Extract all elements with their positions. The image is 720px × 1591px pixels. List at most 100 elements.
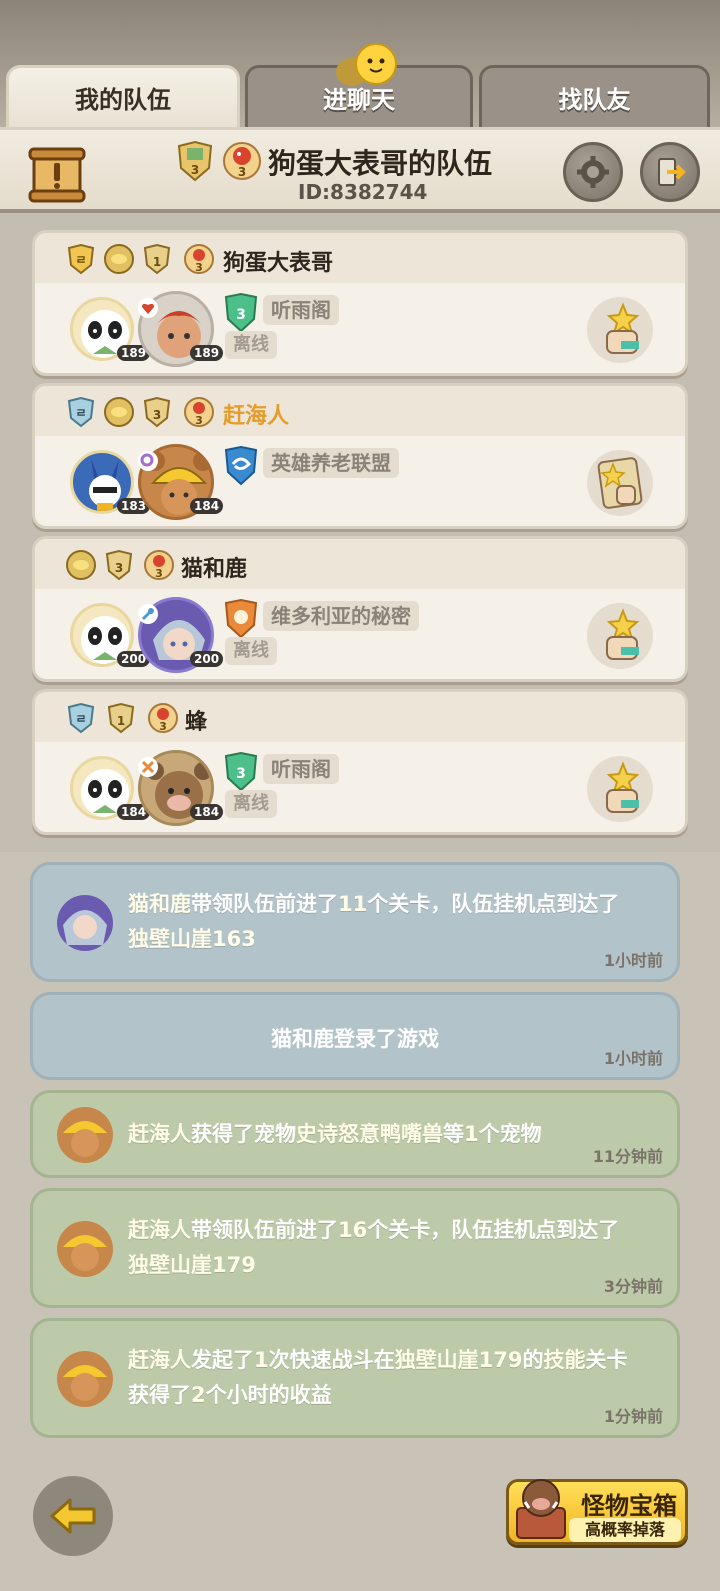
boar-chest-icon — [516, 1479, 566, 1539]
log-entry: 赶海人发起了1次快速战斗在独壁山崖179的技能关卡 获得了2个小时的收益 1分钟前 — [30, 1318, 680, 1438]
member-name: 狗蛋大表哥 — [223, 251, 334, 276]
monster-badge-icon: 3 — [184, 244, 214, 274]
hero-level: 200 — [190, 651, 224, 667]
like-button[interactable] — [587, 603, 653, 669]
log-time: 1小时前 — [603, 1049, 663, 1068]
svg-text:3: 3 — [195, 414, 203, 427]
exit-arrow-icon — [658, 158, 686, 186]
svg-text:3: 3 — [159, 720, 167, 733]
tab-find-teammate[interactable]: 找队友 — [479, 65, 710, 127]
svg-text:3: 3 — [191, 163, 199, 177]
team-id: ID:8382744 — [298, 180, 428, 204]
svg-text:3: 3 — [155, 567, 163, 580]
log-time: 3分钟前 — [603, 1277, 663, 1296]
guild-shield-icon — [224, 446, 258, 486]
log-entry: 猫和鹿带领队伍前进了11个关卡，队伍挂机点到达了 独壁山崖163 1小时前 — [30, 862, 680, 982]
guild-shield-icon: 3 — [224, 293, 258, 333]
log-text: 赶海人带领队伍前进了16个关卡，队伍挂机点到达了 独壁山崖179 — [128, 1218, 620, 1277]
log-text: 猫和鹿带领队伍前进了11个关卡，队伍挂机点到达了 独壁山崖163 — [128, 892, 620, 951]
team-notice-scroll-icon[interactable] — [28, 147, 86, 203]
svg-text:3: 3 — [236, 766, 246, 782]
team-title: 狗蛋大表哥的队伍 — [268, 147, 493, 180]
guild-shield-icon: 3 — [224, 752, 258, 792]
svg-text:3: 3 — [236, 307, 246, 323]
monster-badge-icon: 3 — [223, 142, 261, 180]
gear-icon — [577, 156, 609, 188]
shield-badge-icon: ㄹ — [67, 243, 95, 275]
guild-name: 听雨阁 — [263, 295, 339, 325]
member-card[interactable]: ㄹ 3 3 赶海人 183 184 英雄养老联盟 — [32, 383, 688, 529]
status-offline: 离线 — [225, 637, 277, 665]
guild-name: 维多利亚的秘密 — [263, 601, 419, 631]
log-text: 猫和鹿登录了游戏 — [271, 1027, 439, 1051]
svg-text:3: 3 — [238, 165, 246, 179]
log-time: 11分钟前 — [592, 1147, 663, 1166]
chest-title: 怪物宝箱 — [581, 1492, 677, 1520]
hero-level: 184 — [190, 498, 224, 514]
log-entry: 赶海人获得了宠物史诗怒意鸭嘴兽等1个宠物 11分钟前 — [30, 1090, 680, 1178]
log-avatar — [57, 1107, 113, 1163]
monster-badge-icon: 3 — [144, 550, 174, 580]
tab-my-team[interactable]: 我的队伍 — [6, 65, 240, 127]
rank-badge-icon: 3 — [143, 396, 171, 428]
log-avatar — [57, 1351, 113, 1407]
svg-text:3: 3 — [195, 261, 203, 274]
card-touch-icon — [597, 457, 643, 509]
hero-level: 184 — [190, 804, 224, 820]
tab-label: 找队友 — [558, 86, 631, 114]
svg-text:ㄹ: ㄹ — [75, 406, 86, 420]
svg-text:ㄹ: ㄹ — [75, 712, 86, 726]
duck-badge-icon — [104, 397, 134, 427]
like-button[interactable] — [587, 297, 653, 363]
log-avatar — [57, 1221, 113, 1277]
log-entry: 猫和鹿登录了游戏 1小时前 — [30, 992, 680, 1080]
cross-icon — [138, 757, 158, 777]
guild-shield-icon — [224, 599, 258, 639]
svg-text:3: 3 — [153, 408, 161, 422]
monster-chest-button[interactable]: 怪物宝箱 高概率掉落 — [506, 1479, 688, 1545]
shield-badge-icon: ㄹ — [67, 702, 95, 734]
duck-badge-icon — [66, 550, 96, 580]
like-button[interactable] — [587, 756, 653, 822]
thumbs-star-icon — [606, 761, 640, 813]
log-avatar — [57, 895, 113, 951]
level-shield-badge-icon: 3 — [177, 140, 213, 182]
hero-level: 189 — [190, 345, 224, 361]
monster-badge-icon: 3 — [148, 703, 178, 733]
thumbs-star-icon — [606, 302, 640, 354]
log-text: 赶海人发起了1次快速战斗在独壁山崖179的技能关卡 获得了2个小时的收益 — [128, 1348, 628, 1407]
rank-badge-icon: 1 — [107, 702, 135, 734]
team-header: 3 3 狗蛋大表哥的队伍 ID:8382744 — [0, 127, 720, 213]
thumbs-star-icon — [606, 608, 640, 660]
rank-badge-icon: 1 — [143, 243, 171, 275]
settings-button[interactable] — [563, 142, 623, 202]
shield-badge-icon: ㄹ — [67, 396, 95, 428]
status-offline: 离线 — [225, 331, 277, 359]
card-button[interactable] — [587, 450, 653, 516]
wrench-icon — [138, 604, 158, 624]
leave-team-button[interactable] — [640, 142, 700, 202]
heart-icon — [138, 298, 158, 318]
monster-badge-icon: 3 — [184, 397, 214, 427]
log-text: 赶海人获得了宠物史诗怒意鸭嘴兽等1个宠物 — [128, 1122, 542, 1146]
member-name: 赶海人 — [223, 404, 290, 429]
rank-badge-icon: 3 — [105, 549, 133, 581]
magnifier-icon — [138, 451, 158, 471]
log-time: 1分钟前 — [603, 1407, 663, 1426]
member-card[interactable]: ㄹ 1 3 狗蛋大表哥 189 189 3 听雨阁 离线 — [32, 230, 688, 376]
tab-label: 我的队伍 — [75, 86, 171, 114]
svg-text:3: 3 — [115, 561, 123, 575]
duck-badge-icon — [104, 244, 134, 274]
status-offline: 离线 — [225, 790, 277, 818]
member-card[interactable]: ㄹ 1 3 蜂 184 184 3 听雨阁 离线 — [32, 689, 688, 835]
member-card[interactable]: 3 3 猫和鹿 200 200 维多利亚的秘密 离线 — [32, 536, 688, 682]
back-arrow-icon — [50, 1498, 96, 1534]
back-button[interactable] — [33, 1476, 113, 1556]
svg-text:ㄹ: ㄹ — [75, 253, 86, 267]
log-entry: 赶海人带领队伍前进了16个关卡，队伍挂机点到达了 独壁山崖179 3分钟前 — [30, 1188, 680, 1308]
chat-bubble-icon[interactable] — [330, 42, 410, 92]
log-time: 1小时前 — [603, 951, 663, 970]
member-name: 蜂 — [185, 710, 208, 735]
chest-subtitle: 高概率掉落 — [569, 1518, 681, 1542]
svg-text:1: 1 — [117, 714, 125, 728]
